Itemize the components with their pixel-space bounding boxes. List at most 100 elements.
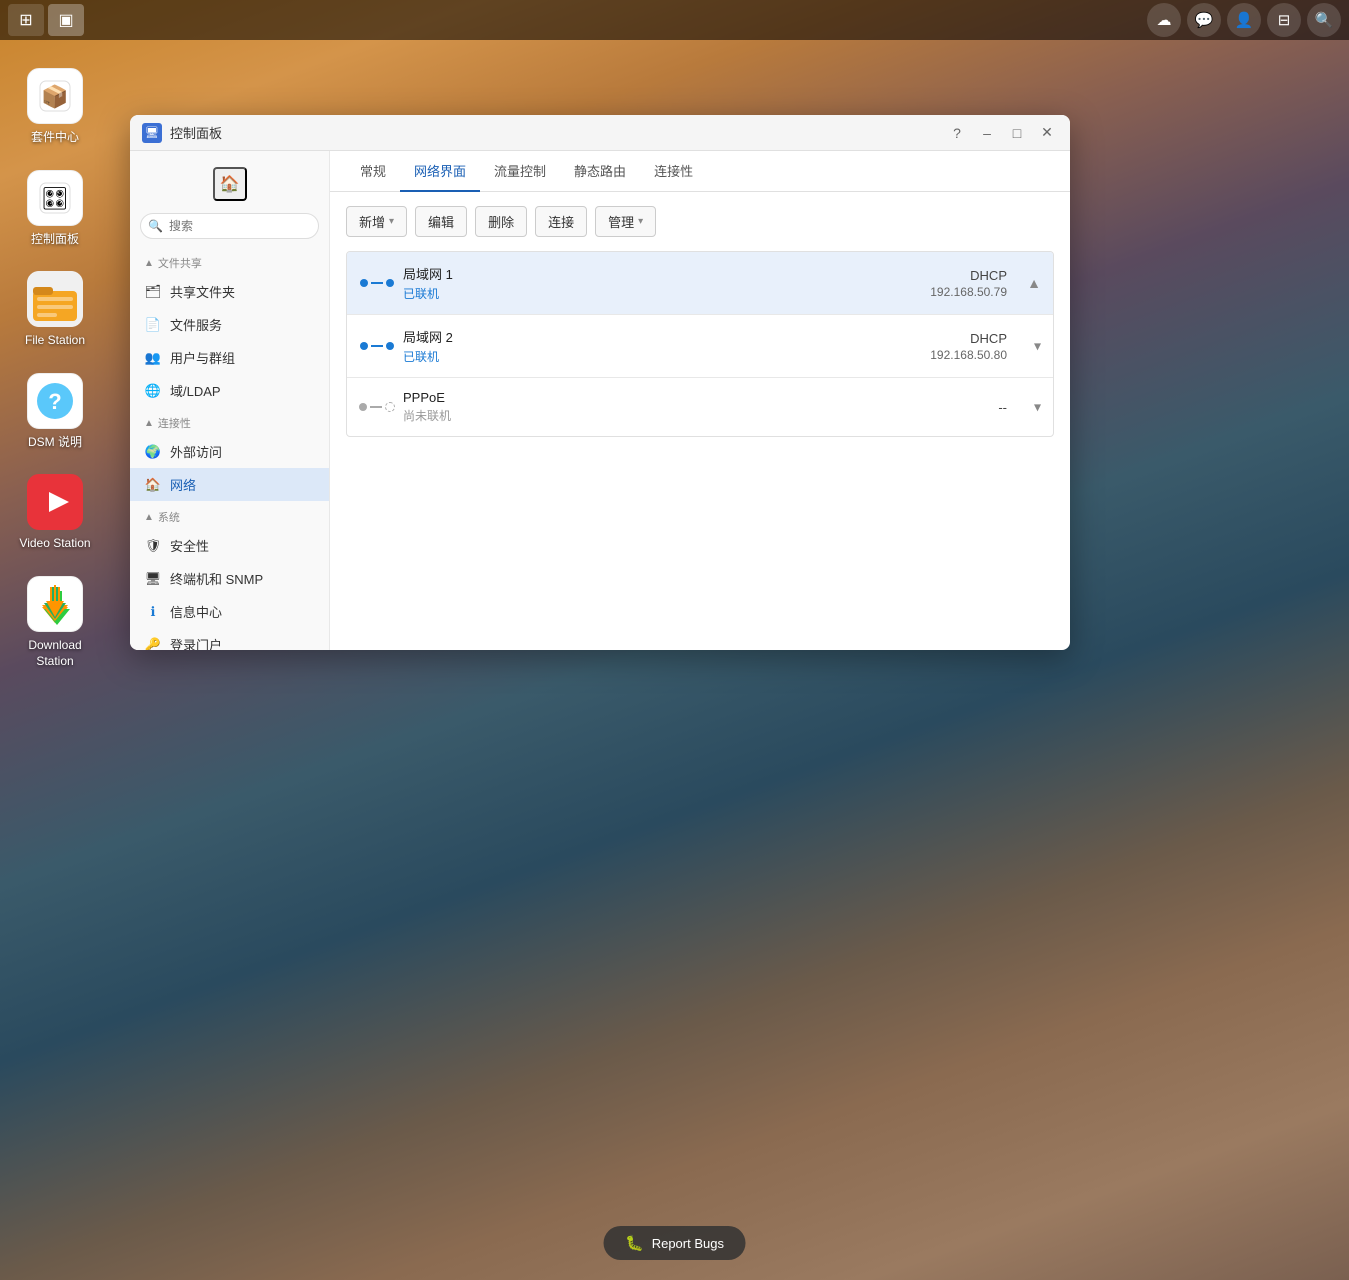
window-title: 控制面板 <box>170 123 946 142</box>
sidebar-item-external-access[interactable]: 🌍 外部访问 <box>130 435 329 468</box>
dsm-icon: ? <box>27 373 83 429</box>
user-group-icon: 👥 <box>144 349 162 367</box>
lan2-name: 局域网 2 <box>403 327 930 346</box>
network-row-pppoe[interactable]: PPPoE 尚未联机 -- ▾ <box>347 378 1053 436</box>
search-input[interactable] <box>140 213 319 239</box>
help-button[interactable]: ? <box>946 122 968 144</box>
delete-button[interactable]: 删除 <box>475 206 527 237</box>
lan1-expand-icon[interactable]: ▲ <box>1027 275 1041 291</box>
content-area: 新增 ▾ 编辑 删除 连接 管理 ▾ <box>330 192 1070 650</box>
user-icon[interactable]: 👤 <box>1227 3 1261 37</box>
connect-button[interactable]: 连接 <box>535 206 587 237</box>
tab-general[interactable]: 常规 <box>346 151 400 192</box>
login-icon: 🔑 <box>144 636 162 651</box>
lan1-name: 局域网 1 <box>403 264 930 283</box>
network-list: 局域网 1 已联机 DHCP 192.168.50.79 ▲ <box>346 251 1054 437</box>
desktop-icon-videostation[interactable]: Video Station <box>5 466 105 560</box>
downloadstation-label: Download Station <box>11 638 99 669</box>
lan1-info: 局域网 1 已联机 <box>403 264 930 302</box>
chat-icon[interactable]: 💬 <box>1187 3 1221 37</box>
pppoe-type: -- <box>998 400 1007 415</box>
search-icon[interactable]: 🔍 <box>1307 3 1341 37</box>
section-system: ▲ 系统 <box>130 501 329 529</box>
desktop-icon-downloadstation[interactable]: Download Station <box>5 568 105 677</box>
domain-icon: 🌐 <box>144 382 162 400</box>
taskbar-grid-btn[interactable]: ⊞ <box>8 4 44 36</box>
external-access-icon: 🌍 <box>144 443 162 461</box>
sidebar-item-shared-folder[interactable]: 🗂 共享文件夹 <box>130 275 329 308</box>
filestation-label: File Station <box>25 333 85 349</box>
lan1-ip: 192.168.50.79 <box>930 285 1007 299</box>
svg-text:📦: 📦 <box>41 84 68 109</box>
tab-static-route[interactable]: 静态路由 <box>560 151 640 192</box>
bug-icon: 🐛 <box>625 1234 644 1252</box>
report-bugs-bar[interactable]: 🐛 Report Bugs <box>603 1226 746 1260</box>
lan2-status: 已联机 <box>403 348 930 365</box>
lan2-right: DHCP 192.168.50.80 <box>930 331 1007 362</box>
lan1-status: 已联机 <box>403 285 930 302</box>
pppoe-status: 尚未联机 <box>403 407 998 424</box>
maximize-button[interactable]: □ <box>1006 122 1028 144</box>
section-connectivity: ▲ 连接性 <box>130 407 329 435</box>
report-bugs-label: Report Bugs <box>652 1236 724 1251</box>
taskbar-window-btn[interactable]: ▣ <box>48 4 84 36</box>
shared-folder-icon: 🗂 <box>144 283 162 301</box>
tab-network[interactable]: 网络界面 <box>400 151 480 192</box>
pppoe-right: -- <box>998 400 1007 415</box>
downloadstation-icon <box>27 576 83 632</box>
file-service-icon: 📄 <box>144 316 162 334</box>
pppoe-expand-icon[interactable]: ▾ <box>1034 399 1041 416</box>
videostation-label: Video Station <box>19 536 90 552</box>
lan2-info: 局域网 2 已联机 <box>403 327 930 365</box>
window-body: 🏠 🔍 ▲ 文件共享 🗂 共享文件夹 📄 文件服务 👥 用户与群组 <box>130 151 1070 650</box>
minimize-button[interactable]: – <box>976 122 998 144</box>
search-icon: 🔍 <box>148 219 163 233</box>
network-row-lan1[interactable]: 局域网 1 已联机 DHCP 192.168.50.79 ▲ <box>347 252 1053 315</box>
close-button[interactable]: ✕ <box>1036 122 1058 144</box>
new-button[interactable]: 新增 ▾ <box>346 206 407 237</box>
terminal-icon: 🖥 <box>144 570 162 588</box>
pppoe-info: PPPoE 尚未联机 <box>403 390 998 424</box>
window-manager-icon[interactable]: ⊟ <box>1267 3 1301 37</box>
main-content: 常规 网络界面 流量控制 静态路由 连接性 新增 ▾ 编辑 <box>330 151 1070 650</box>
window-titlebar: 🖥 控制面板 ? – □ ✕ <box>130 115 1070 151</box>
taskbar-right: ☁ 💬 👤 ⊟ 🔍 <box>1147 3 1341 37</box>
desktop-icon-dsm[interactable]: ? DSM 说明 <box>5 365 105 459</box>
sidebar-item-network[interactable]: 🏠 网络 <box>130 468 329 501</box>
sidebar-item-security[interactable]: 🛡 安全性 <box>130 529 329 562</box>
sidebar-item-terminal-snmp[interactable]: 🖥 终端机和 SNMP <box>130 562 329 595</box>
lan2-expand-icon[interactable]: ▾ <box>1034 338 1041 355</box>
desktop-icon-filestation[interactable]: File Station <box>5 263 105 357</box>
tab-connectivity[interactable]: 连接性 <box>640 151 707 192</box>
manage-button[interactable]: 管理 ▾ <box>595 206 656 237</box>
sidebar-home-button[interactable]: 🏠 <box>213 167 247 201</box>
control-label: 控制面板 <box>31 232 79 248</box>
lan2-ip: 192.168.50.80 <box>930 348 1007 362</box>
lan2-connection-icon <box>363 332 391 360</box>
svg-text:?: ? <box>48 389 61 414</box>
tab-traffic[interactable]: 流量控制 <box>480 151 560 192</box>
cloud-icon[interactable]: ☁ <box>1147 3 1181 37</box>
package-label: 套件中心 <box>31 130 79 146</box>
control-icon: 🎛 <box>27 170 83 226</box>
lan1-right: DHCP 192.168.50.79 <box>930 268 1007 299</box>
sidebar-item-file-service[interactable]: 📄 文件服务 <box>130 308 329 341</box>
search-box: 🔍 <box>140 213 319 239</box>
sidebar-item-login-portal[interactable]: 🔑 登录门户 <box>130 628 329 650</box>
package-icon: 📦 <box>27 68 83 124</box>
desktop-icon-control[interactable]: 🎛 控制面板 <box>5 162 105 256</box>
network-icon: 🏠 <box>144 476 162 494</box>
svg-text:🎛: 🎛 <box>41 186 69 211</box>
sidebar-item-domain[interactable]: 🌐 域/LDAP <box>130 374 329 407</box>
tab-bar: 常规 网络界面 流量控制 静态路由 连接性 <box>330 151 1070 192</box>
sidebar-item-info-center[interactable]: ℹ 信息中心 <box>130 595 329 628</box>
desktop-icons: 📦 套件中心 🎛 控制面板 File Station <box>0 40 110 685</box>
pppoe-name: PPPoE <box>403 390 998 405</box>
taskbar-top: ⊞ ▣ ☁ 💬 👤 ⊟ 🔍 <box>0 0 1349 40</box>
lan1-type: DHCP <box>970 268 1007 283</box>
window-icon: 🖥 <box>142 123 162 143</box>
edit-button[interactable]: 编辑 <box>415 206 467 237</box>
sidebar-item-user-group[interactable]: 👥 用户与群组 <box>130 341 329 374</box>
network-row-lan2[interactable]: 局域网 2 已联机 DHCP 192.168.50.80 ▾ <box>347 315 1053 378</box>
desktop-icon-package[interactable]: 📦 套件中心 <box>5 60 105 154</box>
